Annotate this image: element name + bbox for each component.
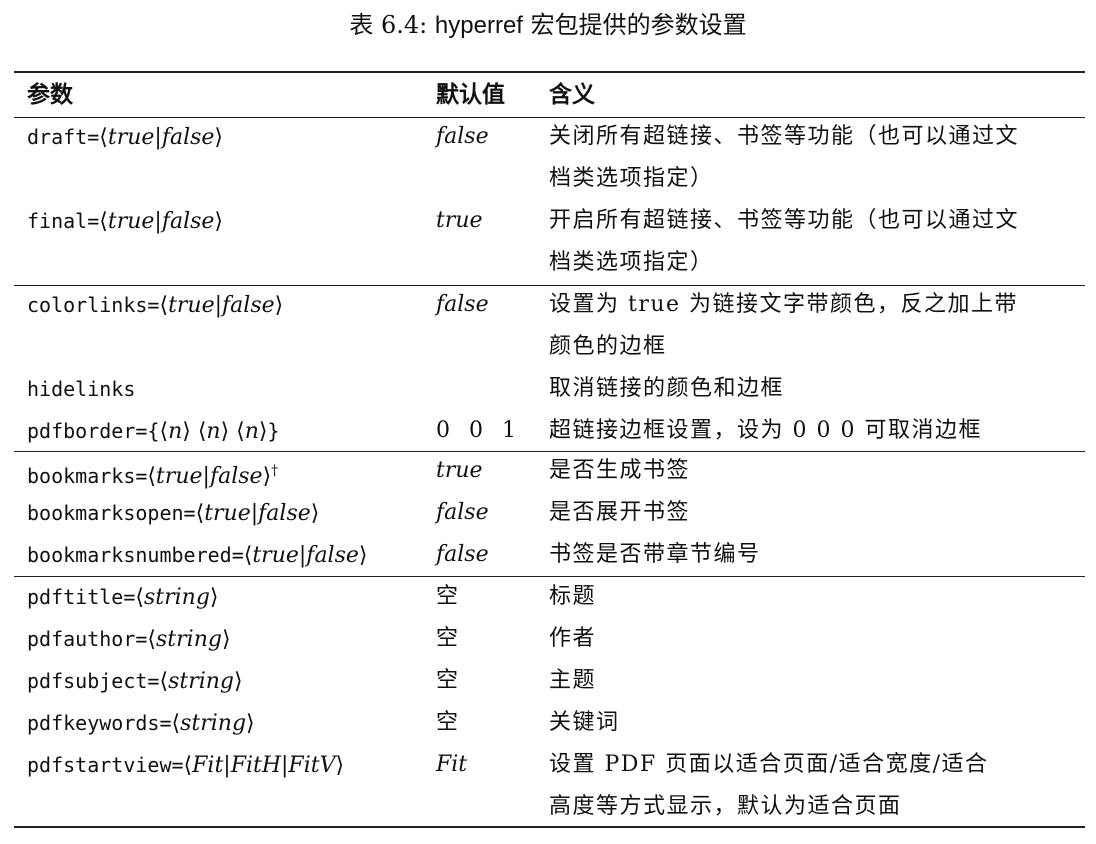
param-cell: draft=⟨true|false⟩ <box>27 125 224 150</box>
param-values: string <box>156 627 222 652</box>
param-values: true|false <box>204 501 311 526</box>
meaning-line: 标题 <box>549 584 597 609</box>
table-row: bookmarksnumbered=⟨true|false⟩ false 书签是… <box>0 534 1096 576</box>
param-values: Fit|FitH|FitV <box>192 753 336 778</box>
param-values: string <box>180 711 247 736</box>
param-key: pdfkeywords <box>27 711 160 735</box>
param-cell: bookmarksnumbered=⟨true|false⟩ <box>27 543 368 568</box>
table-row: pdfkeywords=⟨string⟩ 空 关键词 <box>0 702 1096 744</box>
param-cell: pdftitle=⟨string⟩ <box>27 585 219 610</box>
param-values: true|false <box>156 464 263 489</box>
default-value: true <box>436 458 483 483</box>
param-cell: bookmarksopen=⟨true|false⟩ <box>27 501 320 526</box>
param-key: bookmarks <box>27 464 136 488</box>
param-key: hidelinks <box>27 377 136 401</box>
table-row: hidelinks 取消链接的颜色和边框 <box>0 368 1096 410</box>
meaning-line: 超链接边框设置，设为 0 0 0 可取消边框 <box>549 418 982 443</box>
table-row-continuation: 高度等方式显示，默认为适合页面 <box>0 786 1096 828</box>
param-key: pdfauthor <box>27 627 136 651</box>
default-value: false <box>436 542 489 567</box>
default-value: Fit <box>436 752 468 777</box>
param-key: pdfsubject <box>27 669 148 693</box>
param-values: true|false <box>107 125 215 150</box>
param-cell: final=⟨true|false⟩ <box>27 209 224 234</box>
meaning-line: 颜色的边框 <box>549 334 667 359</box>
param-values: true|false <box>107 209 215 234</box>
param-cell: pdfborder={⟨n⟩ ⟨n⟩ ⟨n⟩} <box>27 419 280 444</box>
table-row: pdfstartview=⟨Fit|FitH|FitV⟩ Fit 设置 PDF … <box>0 744 1096 786</box>
default-value: 空 <box>436 668 459 693</box>
default-value: true <box>436 208 483 233</box>
param-cell: pdfkeywords=⟨string⟩ <box>27 711 255 736</box>
param-key: colorlinks <box>27 293 148 317</box>
meaning-line: 主题 <box>549 668 597 693</box>
param-key: pdftitle <box>27 585 124 609</box>
meaning-line: 作者 <box>549 626 597 651</box>
header-default: 默认值 <box>436 82 505 108</box>
table-row: final=⟨true|false⟩ true 开启所有超链接、书签等功能（也可… <box>0 200 1096 242</box>
meaning-line: 书签是否带章节编号 <box>549 542 761 567</box>
param-cell: pdfauthor=⟨string⟩ <box>27 627 231 652</box>
param-cell: bookmarks=⟨true|false⟩† <box>27 463 279 489</box>
default-value: false <box>436 500 489 525</box>
caption-package: hyperref <box>434 12 523 39</box>
param-cell: pdfstartview=⟨Fit|FitH|FitV⟩ <box>27 753 345 778</box>
meaning-line: 是否生成书签 <box>549 458 691 483</box>
param-key: bookmarksnumbered <box>27 543 232 567</box>
param-values: true|false <box>168 293 275 318</box>
table-row: pdfsubject=⟨string⟩ 空 主题 <box>0 660 1096 702</box>
param-cell: hidelinks <box>27 368 135 411</box>
default-value: 空 <box>436 710 459 735</box>
header-param: 参数 <box>27 82 73 108</box>
table-header: 参数 默认值 含义 <box>0 74 1096 116</box>
meaning-line: 设置为 true 为链接文字带颜色，反之加上带 <box>549 292 1019 317</box>
default-value: 0 0 1 <box>436 418 522 443</box>
table-row-continuation: 颜色的边框 <box>0 326 1096 368</box>
table-row: pdftitle=⟨string⟩ 空 标题 <box>0 576 1096 618</box>
table-row: pdfauthor=⟨string⟩ 空 作者 <box>0 618 1096 660</box>
meaning-line: 高度等方式显示，默认为适合页面 <box>549 794 902 819</box>
param-cell: colorlinks=⟨true|false⟩ <box>27 293 284 318</box>
table-row-continuation: 档类选项指定） <box>0 158 1096 200</box>
table-caption: 表 6.4: hyperref 宏包提供的参数设置 <box>0 8 1096 43</box>
default-value: false <box>436 292 489 317</box>
table-row: bookmarksopen=⟨true|false⟩ false 是否展开书签 <box>0 492 1096 534</box>
table-row-continuation: 档类选项指定） <box>0 242 1096 284</box>
param-key: final <box>27 209 88 233</box>
param-key: draft <box>27 125 88 149</box>
meaning-line: 关键词 <box>549 710 620 735</box>
meaning-line: 设置 PDF 页面以适合页面/适合宽度/适合 <box>549 752 989 777</box>
param-key: bookmarksopen <box>27 501 184 525</box>
param-values: string <box>168 669 234 694</box>
top-rule <box>14 71 1085 73</box>
caption-number: 表 6.4: <box>349 11 428 39</box>
bottom-rule <box>14 826 1085 828</box>
default-value: false <box>436 124 489 149</box>
param-key: pdfborder <box>27 419 136 443</box>
table-row: pdfborder={⟨n⟩ ⟨n⟩ ⟨n⟩} 0 0 1 超链接边框设置，设为… <box>0 410 1096 452</box>
caption-text: 宏包提供的参数设置 <box>530 11 747 39</box>
table-row: bookmarks=⟨true|false⟩† true 是否生成书签 <box>0 450 1096 492</box>
param-values: true|false <box>252 543 359 568</box>
meaning-line: 档类选项指定） <box>549 166 714 191</box>
meaning-line: 是否展开书签 <box>549 500 691 525</box>
default-value: 空 <box>436 626 459 651</box>
meaning-line: 档类选项指定） <box>549 250 714 275</box>
meaning-line: 取消链接的颜色和边框 <box>549 376 785 401</box>
footnote-mark: † <box>271 463 279 479</box>
table-row: draft=⟨true|false⟩ false 关闭所有超链接、书签等功能（也… <box>0 116 1096 158</box>
param-cell: pdfsubject=⟨string⟩ <box>27 669 243 694</box>
table-row: colorlinks=⟨true|false⟩ false 设置为 true 为… <box>0 284 1096 326</box>
param-values: string <box>143 585 210 610</box>
meaning-line: 关闭所有超链接、书签等功能（也可以通过文 <box>549 124 1020 149</box>
meaning-line: 开启所有超链接、书签等功能（也可以通过文 <box>549 208 1020 233</box>
param-key: pdfstartview <box>27 753 172 777</box>
header-meaning: 含义 <box>549 82 595 108</box>
default-value: 空 <box>436 584 459 609</box>
